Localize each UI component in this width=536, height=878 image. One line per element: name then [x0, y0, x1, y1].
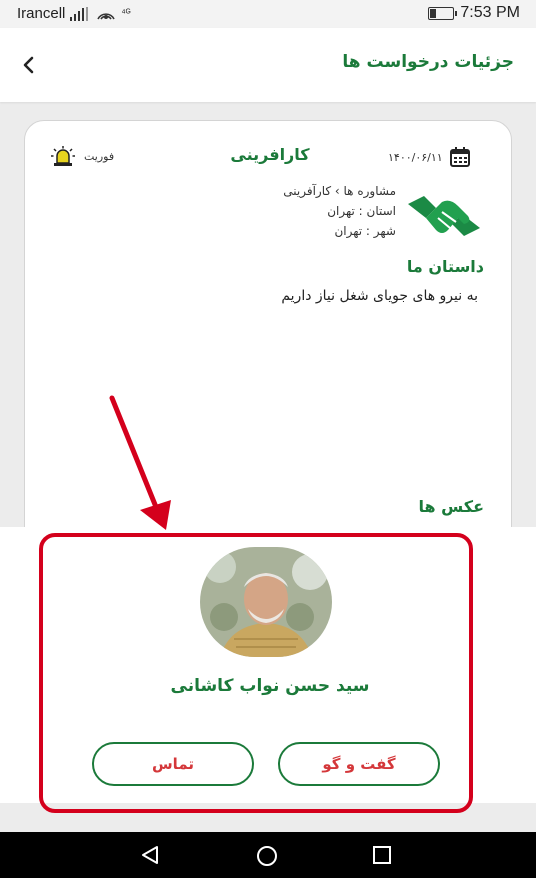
date-label: ۱۴۰۰/۰۶/۱۱ [388, 150, 443, 164]
status-bar: Irancell ⁴ᴳ 7:53 PM [0, 0, 536, 28]
siren-icon [51, 146, 75, 166]
network-type-label: ⁴ᴳ [121, 8, 131, 19]
hotspot-icon [97, 12, 116, 20]
clock: 7:53 PM [460, 4, 520, 21]
province-label: استان : تهران [327, 204, 396, 218]
signal-icon [70, 6, 89, 21]
category-title: کارافرینی [230, 145, 310, 164]
app-bar: جزئیات درخواست ها [0, 28, 536, 102]
handshake-icon [408, 196, 480, 236]
chevron-left-icon[interactable] [14, 50, 44, 80]
system-nav-bar [0, 832, 536, 878]
page-title: جزئیات درخواست ها [342, 52, 514, 72]
home-icon[interactable] [255, 844, 279, 868]
photos-heading: عکس ها [418, 497, 484, 516]
request-info: مشاوره ها › کارآفرینی استان : تهران شهر … [283, 181, 396, 241]
battery-icon [428, 6, 458, 20]
carrier-label: Irancell [17, 5, 66, 22]
calendar-icon [449, 147, 470, 167]
urgent-label: فوریت [84, 149, 115, 163]
recents-icon[interactable] [371, 844, 393, 866]
request-card [24, 120, 512, 562]
city-label: شهر : تهران [334, 224, 396, 238]
highlight-box [39, 533, 473, 813]
request-date: ۱۴۰۰/۰۶/۱۱ [388, 146, 471, 168]
breadcrumb: مشاوره ها › کارآفرینی [283, 184, 396, 198]
story-heading: داستان ما [406, 257, 484, 276]
story-text: به نیرو های جویای شغل نیاز داریم [281, 288, 478, 304]
urgent-indicator: فوریت [50, 145, 114, 167]
back-icon[interactable] [138, 844, 162, 866]
